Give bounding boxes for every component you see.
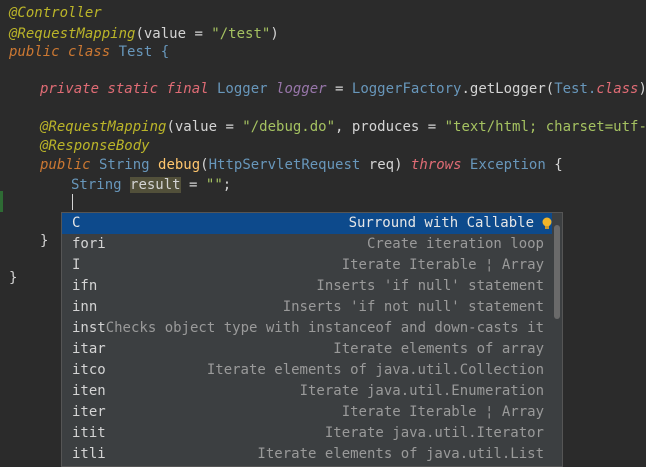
completion-description: Iterate java.util.Iterator xyxy=(325,423,544,444)
type-name: LoggerFactory xyxy=(352,81,462,97)
text-caret xyxy=(72,194,73,210)
code-text: { xyxy=(546,157,563,173)
completion-item[interactable]: fori Create iteration loop xyxy=(62,234,552,255)
completion-description: Iterate elements of java.util.Collection xyxy=(207,360,544,381)
code-line-7: @RequestMapping(value = "/debug.do", pro… xyxy=(40,117,646,138)
completion-item[interactable]: itit Iterate java.util.Iterator xyxy=(62,423,552,444)
completion-item[interactable]: itco Iterate elements of java.util.Collec… xyxy=(62,360,552,381)
string-literal: "" xyxy=(206,177,223,193)
code-line-8: @ResponseBody xyxy=(40,136,150,157)
type-name: HttpServletRequest xyxy=(209,157,369,173)
code-line-5: private static final Logger logger = Log… xyxy=(40,79,646,100)
code-text: ) xyxy=(394,157,411,173)
code-line-12: } xyxy=(40,231,48,252)
completion-item[interactable]: itli Iterate elements of java.util.List xyxy=(62,444,552,465)
completion-item[interactable]: C Surround with Callable xyxy=(62,213,552,234)
completion-abbreviation: inst xyxy=(72,318,106,339)
code-text: = xyxy=(181,177,206,193)
code-line-3: public class Test { xyxy=(9,42,169,63)
completion-abbreviation: itar xyxy=(72,339,106,360)
type-name: Test. xyxy=(554,81,596,97)
annotation: @RequestMapping xyxy=(40,119,166,135)
completion-abbreviation: ifn xyxy=(72,276,97,297)
lightbulb-icon[interactable] xyxy=(542,216,552,229)
method-name: debug xyxy=(158,157,200,173)
completion-description: Surround with Callable xyxy=(349,213,534,234)
code-text: .getLogger( xyxy=(461,81,554,97)
completion-abbreviation: itco xyxy=(72,360,106,381)
keyword: public xyxy=(40,157,91,173)
code-text: (value = xyxy=(166,119,242,135)
completion-abbreviation: C xyxy=(72,213,80,234)
code-line-1: @Controller xyxy=(9,3,102,24)
keyword: public class xyxy=(9,44,110,60)
type-name: Exception xyxy=(462,157,546,173)
completion-description: Iterate Iterable ¦ Array xyxy=(342,255,544,276)
code-text: = xyxy=(327,81,352,97)
param-name: req xyxy=(369,157,394,173)
type-name: String xyxy=(71,177,130,193)
annotation: @Controller xyxy=(9,5,102,21)
completion-popup[interactable]: C Surround with Callable fori Create iterat… xyxy=(61,212,563,467)
code-text: ; xyxy=(223,177,231,193)
completion-abbreviation: iten xyxy=(72,381,106,402)
string-literal: "/debug.do" xyxy=(242,119,335,135)
code-text: ) xyxy=(270,26,278,42)
code-text: } xyxy=(40,233,48,249)
string-literal: "text/html; charset=utf-8" xyxy=(445,119,646,135)
type-name: Logger xyxy=(209,81,276,97)
code-line-10: String result = ""; xyxy=(71,175,231,196)
completion-description: Create iteration loop xyxy=(367,234,544,255)
code-line-14: } xyxy=(9,268,17,289)
completion-item[interactable]: iter Iterate Iterable ¦ Array xyxy=(62,402,552,423)
keyword: private static final xyxy=(40,81,209,97)
completion-item[interactable]: I Iterate Iterable ¦ Array xyxy=(62,255,552,276)
completion-description: Iterate java.util.Enumeration xyxy=(300,381,544,402)
completion-abbreviation: fori xyxy=(72,234,106,255)
completion-abbreviation: itit xyxy=(72,423,106,444)
completion-abbreviation: iter xyxy=(72,402,106,423)
class-name: Test { xyxy=(110,44,169,60)
keyword: class xyxy=(596,81,638,97)
completion-item[interactable]: itar Iterate elements of array xyxy=(62,339,552,360)
completion-abbreviation: I xyxy=(72,255,80,276)
completion-description: Iterate elements of array xyxy=(333,339,544,360)
string-literal: "/test" xyxy=(211,26,270,42)
popup-scrollbar[interactable] xyxy=(554,225,560,319)
annotation: @ResponseBody xyxy=(40,138,150,154)
completion-item[interactable]: ifn Inserts 'if null' statement xyxy=(62,276,552,297)
code-text: } xyxy=(9,270,17,286)
change-marker xyxy=(0,191,3,212)
code-line-9: public String debug(HttpServletRequest r… xyxy=(40,155,563,176)
code-text: (value = xyxy=(135,26,211,42)
code-text: ); xyxy=(639,81,646,97)
variable-name: result xyxy=(130,177,181,193)
completion-item[interactable]: instChecks object type with instanceof a… xyxy=(62,318,552,339)
code-text: , produces = xyxy=(335,119,445,135)
type-name: String xyxy=(91,157,158,173)
completion-abbreviation: inn xyxy=(72,297,97,318)
code-text: ( xyxy=(200,157,208,173)
field-name: logger xyxy=(276,81,327,97)
completion-description: Checks object type with instanceof and d… xyxy=(106,318,544,339)
completion-abbreviation: itli xyxy=(72,444,106,465)
annotation: @RequestMapping xyxy=(9,26,135,42)
completion-item[interactable]: iten Iterate java.util.Enumeration xyxy=(62,381,552,402)
completion-description: Iterate elements of java.util.List xyxy=(257,444,544,465)
completion-description: Inserts 'if not null' statement xyxy=(283,297,544,318)
completion-item[interactable]: inn Inserts 'if not null' statement xyxy=(62,297,552,318)
keyword: throws xyxy=(411,157,462,173)
completion-description: Iterate Iterable ¦ Array xyxy=(342,402,544,423)
completion-description: Inserts 'if null' statement xyxy=(316,276,544,297)
